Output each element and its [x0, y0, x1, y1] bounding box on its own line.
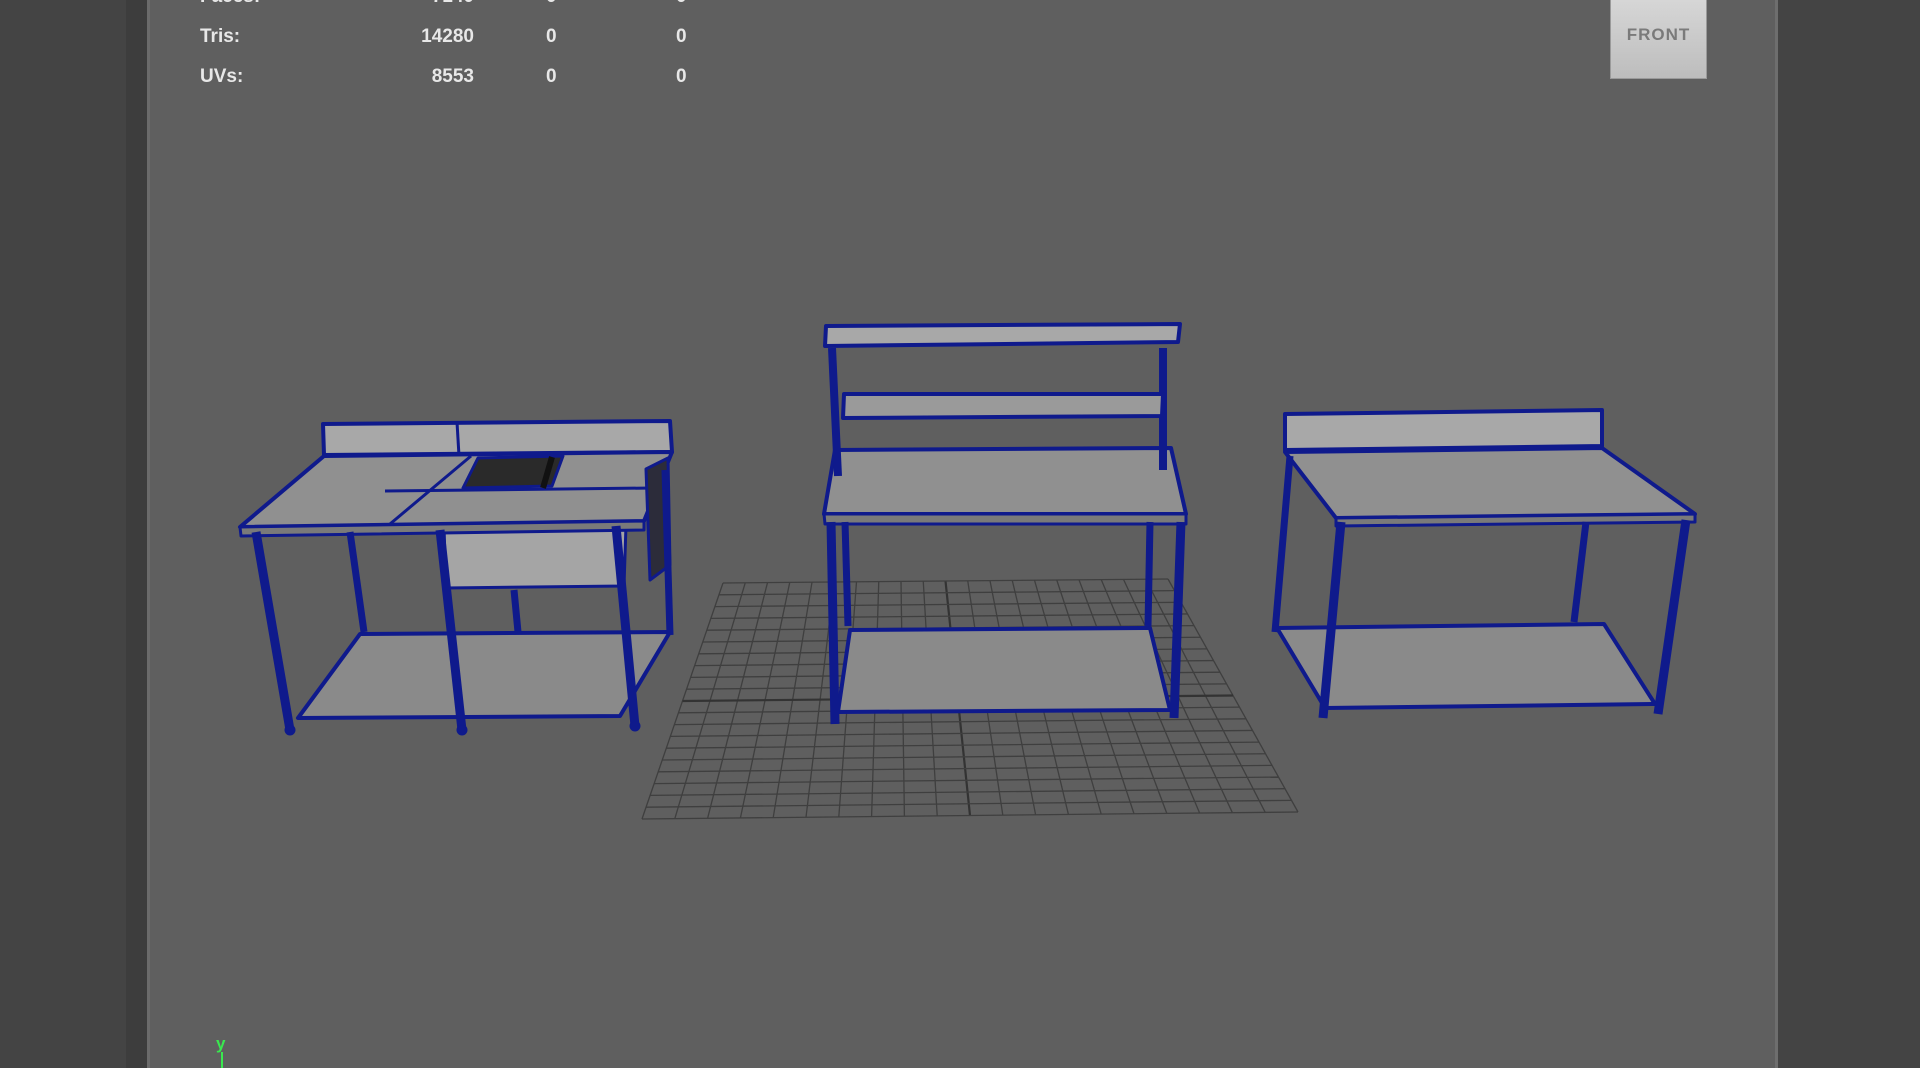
- scene-canvas[interactable]: [150, 0, 1775, 1068]
- right-panel: [1778, 0, 1920, 1068]
- 3d-viewport[interactable]: Faces: 7140 0 0 Tris: 14280 0 0 UVs: 855…: [147, 0, 1778, 1068]
- backsplash-table-model[interactable]: [1271, 408, 1697, 719]
- left-panel: [0, 0, 147, 1068]
- y-axis-indicator: [221, 1052, 223, 1068]
- left-panel-divider: [126, 0, 147, 1068]
- y-axis-label: y: [216, 1034, 226, 1053]
- overshelf-table-model[interactable]: [822, 322, 1188, 725]
- sink-table-model[interactable]: [238, 419, 674, 736]
